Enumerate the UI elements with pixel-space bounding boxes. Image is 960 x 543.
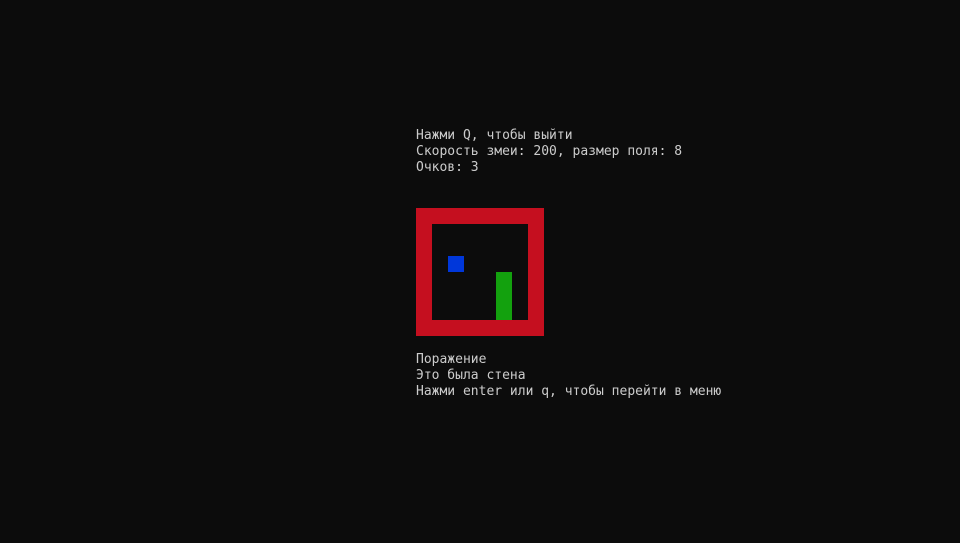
game-field <box>416 208 544 336</box>
snake-segment <box>496 288 512 304</box>
wall-cell <box>528 304 544 320</box>
wall-cell <box>528 288 544 304</box>
wall-cell <box>432 208 448 224</box>
wall-cell <box>512 208 528 224</box>
wall-cell <box>528 224 544 240</box>
wall-cell <box>464 208 480 224</box>
snake-segment <box>496 304 512 320</box>
wall-cell <box>528 272 544 288</box>
wall-cell <box>528 240 544 256</box>
wall-cell <box>416 320 432 336</box>
wall-cell <box>416 304 432 320</box>
wall-cell <box>496 320 512 336</box>
console-window: Нажми Q, чтобы выйти Скорость змеи: 200,… <box>0 0 960 543</box>
wall-cell <box>448 320 464 336</box>
wall-cell <box>416 240 432 256</box>
wall-cell <box>448 208 464 224</box>
wall-cell <box>432 320 448 336</box>
death-reason: Это была стена <box>416 368 526 383</box>
wall-cell <box>416 208 432 224</box>
result-text: Поражение <box>416 352 487 367</box>
wall-cell <box>480 320 496 336</box>
game-settings: Скорость змеи: 200, размер поля: 8 <box>416 144 683 159</box>
wall-cell <box>496 208 512 224</box>
quit-hint: Нажми Q, чтобы выйти <box>416 128 573 143</box>
food-cell <box>448 256 464 272</box>
score-text: Очков: 3 <box>416 160 479 175</box>
wall-cell <box>528 208 544 224</box>
menu-hint: Нажми enter или q, чтобы перейти в меню <box>416 384 722 399</box>
wall-cell <box>464 320 480 336</box>
wall-cell <box>416 224 432 240</box>
snake-segment <box>496 272 512 288</box>
wall-cell <box>416 288 432 304</box>
wall-cell <box>528 320 544 336</box>
wall-cell <box>512 320 528 336</box>
wall-cell <box>416 272 432 288</box>
wall-cell <box>480 208 496 224</box>
wall-cell <box>528 256 544 272</box>
wall-cell <box>416 256 432 272</box>
